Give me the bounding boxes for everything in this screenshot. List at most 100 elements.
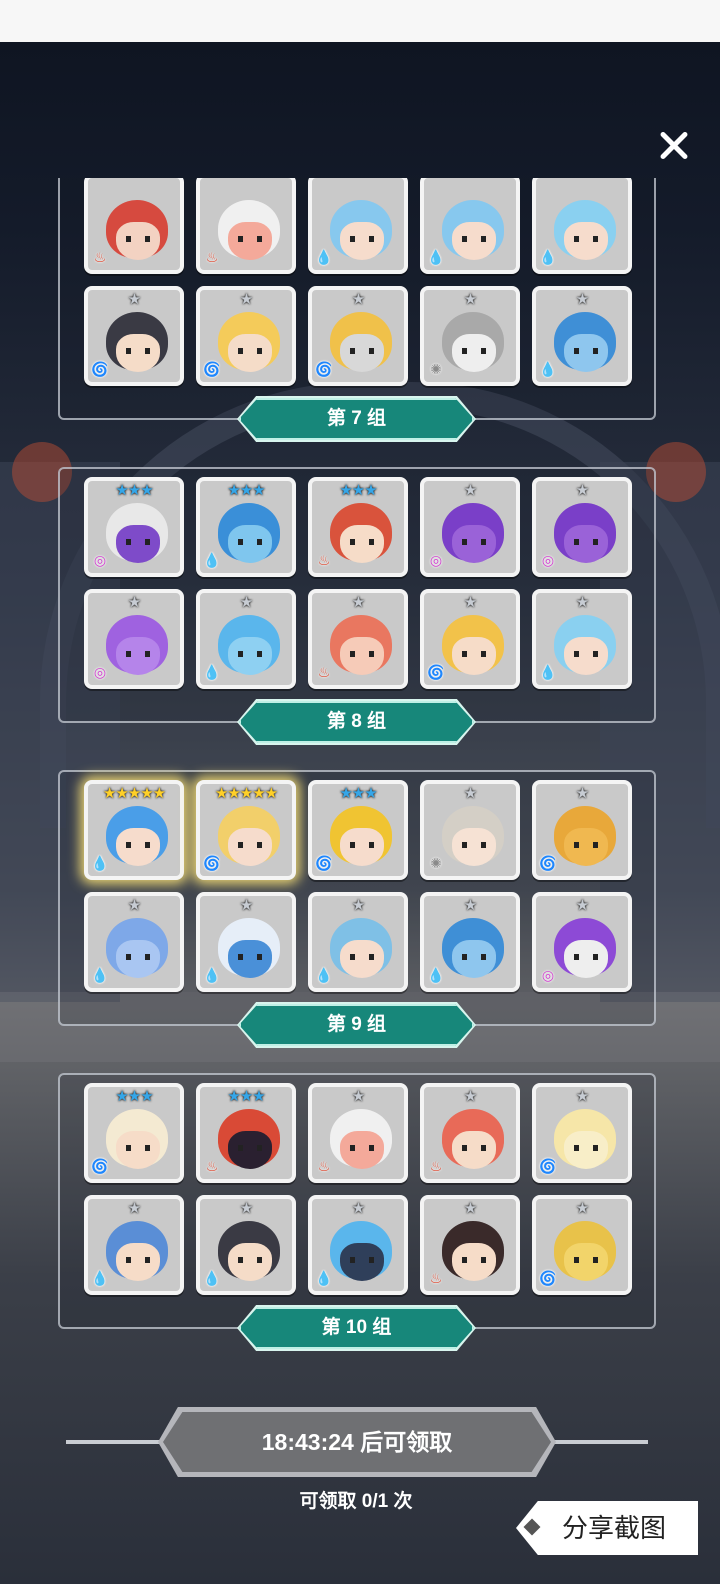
hero-card[interactable]: ★ 🌀 (532, 1083, 632, 1183)
hero-card[interactable]: ★ 💧 (308, 892, 408, 992)
hero-card[interactable]: ★ ✺ (420, 780, 520, 880)
hero-eyes (238, 651, 262, 657)
star-rating-icon: ★ (239, 896, 253, 914)
hero-card[interactable]: ★★★ ♨ (308, 477, 408, 577)
hero-card[interactable]: ★★★ ♨ (196, 1083, 296, 1183)
hero-card[interactable]: ★ ♨ (420, 1083, 520, 1183)
group-panel: ♨ ♨ 💧 💧 💧 ★ 🌀 ★ 🌀 ★ 🌀 ★ ✺ ★ 💧 (58, 178, 656, 420)
hero-card[interactable]: ★ 💧 (84, 1195, 184, 1295)
hero-card[interactable]: ★ 🌀 (420, 589, 520, 689)
group-panel: ★★★ ◎ ★★★ 💧 ★★★ ♨ ★ ◎ ★ ◎ ★ ◎ ★ 💧 ★ ♨ ★ 🌀 ★ 💧 (58, 467, 656, 723)
hero-eyes (238, 842, 262, 848)
star-rating-icon: ★ (575, 481, 589, 499)
hero-eyes (126, 651, 150, 657)
dark-element-icon: ◎ (93, 665, 107, 681)
dark-element-icon: ◎ (541, 553, 555, 569)
share-screenshot-button[interactable]: 分享截图 (516, 1501, 698, 1555)
hero-card[interactable]: ★ ◎ (532, 477, 632, 577)
hero-card[interactable]: ★ 💧 (532, 286, 632, 386)
hero-card[interactable]: ★ 💧 (420, 892, 520, 992)
hero-eyes (350, 1257, 374, 1263)
hero-card[interactable]: ★ 🌀 (308, 286, 408, 386)
hero-card[interactable]: ★ ✺ (420, 286, 520, 386)
claim-button[interactable]: 18:43:24 后可领取 (163, 1412, 551, 1472)
hero-eyes (574, 954, 598, 960)
group-label: 第 9 组 (239, 1004, 474, 1046)
star-rating-icon: ★ (351, 593, 365, 611)
hero-card[interactable]: ★ 💧 (84, 892, 184, 992)
hero-eyes (126, 1257, 150, 1263)
hero-card[interactable]: ★★★ 💧 (196, 477, 296, 577)
hero-card[interactable]: ★ ♨ (308, 1083, 408, 1183)
star-rating-icon: ★ (239, 290, 253, 308)
hero-eyes (350, 954, 374, 960)
hero-eyes (126, 954, 150, 960)
group-panel: ★★★ 🌀 ★★★ ♨ ★ ♨ ★ ♨ ★ 🌀 ★ 💧 ★ 💧 ★ 💧 ★ ♨ ★ 🌀 (58, 1073, 656, 1329)
star-rating-icon: ★ (463, 290, 477, 308)
water-element-icon: 💧 (91, 968, 109, 984)
hero-eyes (126, 348, 150, 354)
hero-eyes (462, 842, 486, 848)
hero-card[interactable]: ★ ◎ (84, 589, 184, 689)
star-rating-icon: ★ (127, 1199, 141, 1217)
hero-eyes (574, 651, 598, 657)
hero-card[interactable]: ★ 🌀 (84, 286, 184, 386)
hero-card[interactable]: ★ 💧 (196, 892, 296, 992)
star-rating-icon: ★★★ (339, 481, 377, 499)
hero-eyes (574, 1257, 598, 1263)
hero-card[interactable]: ★ ◎ (532, 892, 632, 992)
dark-element-icon: ◎ (429, 553, 443, 569)
water-element-icon: 💧 (91, 856, 109, 872)
water-element-icon: 💧 (539, 665, 557, 681)
hero-card[interactable]: ★ 🌀 (532, 1195, 632, 1295)
hero-card[interactable]: ★★★ ◎ (84, 477, 184, 577)
hero-card[interactable]: ★★★★★ 🌀 (196, 780, 296, 880)
hero-eyes (350, 348, 374, 354)
hero-eyes (462, 1145, 486, 1151)
light-element-icon: ✺ (430, 362, 442, 378)
star-rating-icon: ★ (463, 1199, 477, 1217)
wind-element-icon: 🌀 (203, 362, 221, 378)
hero-card[interactable]: ★ ◎ (420, 477, 520, 577)
star-rating-icon: ★ (575, 784, 589, 802)
hero-eyes (126, 842, 150, 848)
wind-element-icon: 🌀 (315, 856, 333, 872)
star-rating-icon: ★★★ (115, 481, 153, 499)
hero-card[interactable]: ★ 🌀 (532, 780, 632, 880)
hero-eyes (238, 1145, 262, 1151)
hero-card[interactable]: ★★★ 🌀 (84, 1083, 184, 1183)
group-list[interactable]: ♨ ♨ 💧 💧 💧 ★ 🌀 ★ 🌀 ★ 🌀 ★ ✺ ★ 💧 第 7 组 ★★★ ◎ ★★★ 💧 ★★★ ♨ ★ ◎ ★ ◎ ★ ◎ ★ 💧… (0, 178, 720, 1393)
star-rating-icon: ★ (463, 1087, 477, 1105)
hero-card[interactable]: ★ ♨ (308, 589, 408, 689)
hero-card[interactable]: ★ 🌀 (196, 286, 296, 386)
hero-eyes (462, 1257, 486, 1263)
hero-eyes (238, 348, 262, 354)
status-bar (0, 0, 720, 42)
hero-eyes (238, 1257, 262, 1263)
hero-card[interactable]: ★★★ 🌀 (308, 780, 408, 880)
hero-eyes (126, 539, 150, 545)
water-element-icon: 💧 (315, 968, 333, 984)
hero-card[interactable]: ★ 💧 (196, 589, 296, 689)
hero-card[interactable]: ★★★★★ 💧 (84, 780, 184, 880)
hero-card[interactable]: ♨ (196, 178, 296, 274)
close-icon[interactable] (646, 118, 702, 174)
fire-element-icon: ♨ (317, 1159, 331, 1175)
hero-card[interactable]: ♨ (84, 178, 184, 274)
hero-card[interactable]: ★ ♨ (420, 1195, 520, 1295)
hero-card[interactable]: ★ 💧 (196, 1195, 296, 1295)
hero-card[interactable]: 💧 (308, 178, 408, 274)
star-rating-icon: ★★★ (115, 1087, 153, 1105)
hero-eyes (126, 1145, 150, 1151)
claim-divider-left (66, 1440, 166, 1444)
hero-eyes (238, 539, 262, 545)
wind-element-icon: 🌀 (427, 665, 445, 681)
hero-card[interactable]: ★ 💧 (308, 1195, 408, 1295)
hero-card[interactable]: 💧 (420, 178, 520, 274)
star-rating-icon: ★ (239, 1199, 253, 1217)
hero-card[interactable]: ★ 💧 (532, 589, 632, 689)
hero-card[interactable]: 💧 (532, 178, 632, 274)
light-element-icon: ✺ (430, 856, 442, 872)
water-element-icon: 💧 (315, 250, 333, 266)
wind-element-icon: 🌀 (539, 856, 557, 872)
